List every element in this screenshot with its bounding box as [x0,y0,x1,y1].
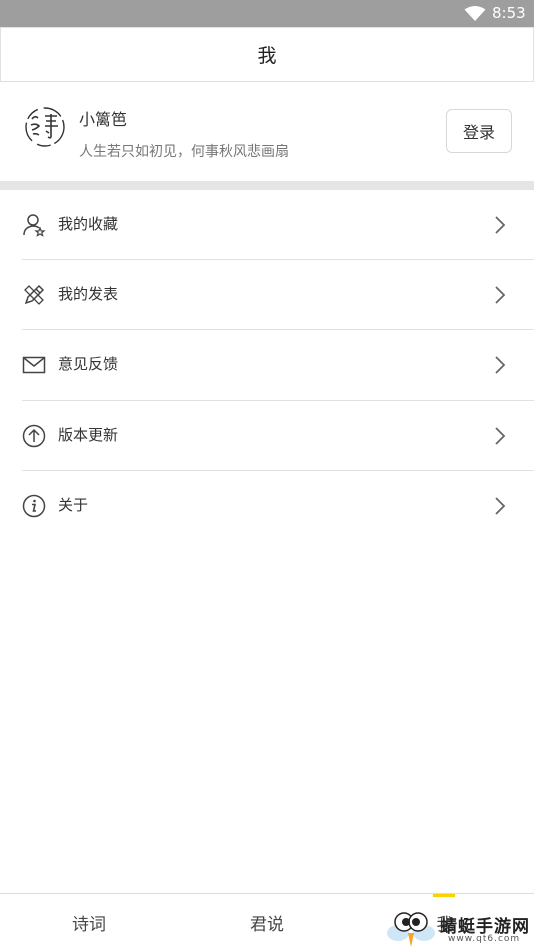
menu-item-my-posts[interactable]: 我的发表 [0,260,534,330]
app-bar: 我 [0,27,534,82]
pencil-ruler-icon [24,284,45,305]
wifi-icon [464,6,486,21]
menu-item-label: 我的发表 [58,285,119,303]
profile-motto: 人生若只如初见，何事秋风悲画扇 [79,144,289,160]
menu-item-feedback[interactable]: 意见反馈 [0,330,534,400]
arrow-up-circle-icon [22,424,46,448]
chevron-right-icon [495,216,506,234]
active-tab-indicator [433,894,455,897]
tab-label: 君说 [250,914,284,935]
section-separator [0,181,534,190]
info-circle-icon [22,494,46,518]
user-star-icon [23,214,46,237]
watermark-subtext: www.qt6.com [448,934,521,944]
menu-item-label: 关于 [58,496,89,514]
status-time: 8:53 [492,4,526,22]
menu-item-label: 我的收藏 [58,215,119,233]
menu-item-label: 版本更新 [58,426,119,444]
menu-item-version-update[interactable]: 版本更新 [0,401,534,471]
profile-name: 小篱笆 [79,110,128,129]
mail-icon [22,356,46,374]
menu-item-favorites[interactable]: 我的收藏 [0,190,534,260]
chevron-right-icon [495,497,506,515]
menu-item-label: 意见反馈 [58,355,119,373]
chevron-right-icon [495,356,506,374]
poem-logo-icon[interactable] [24,106,66,148]
tab-label: 诗词 [72,914,106,935]
dragonfly-logo-icon [387,912,435,947]
status-bar: 8:53 [0,0,534,27]
chevron-right-icon [495,286,506,304]
tab-poems[interactable]: 诗词 [0,894,178,949]
tab-talk[interactable]: 君说 [178,894,356,949]
login-button[interactable]: 登录 [446,109,512,153]
watermark: 蜻蜓手游网 www.qt6.com [386,905,534,949]
page-title: 我 [257,45,277,67]
chevron-right-icon [495,427,506,445]
menu-item-about[interactable]: 关于 [0,471,534,541]
